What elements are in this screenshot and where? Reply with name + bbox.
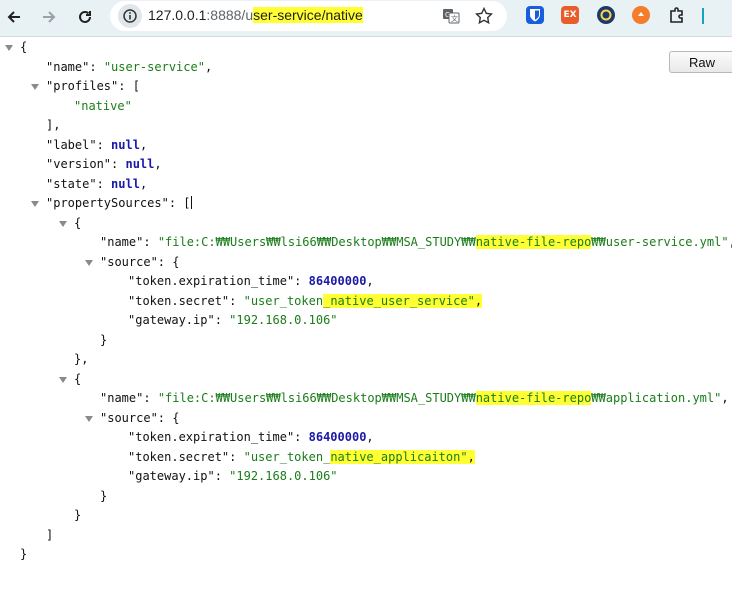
json-line: "native" [0,97,732,117]
json-string: "native" [74,98,132,113]
url-text[interactable]: 127.0.0.1:8888/user-service/native [148,6,363,24]
json-string: "file:C:₩₩Users₩₩lsi66₩₩Desktop₩₩MSA_STU… [157,391,476,405]
json-line: "token.expiration_time": 86400000, [128,430,374,444]
json-line: } [74,508,82,522]
url-path-start: u [245,7,254,23]
bitwarden-icon[interactable] [526,6,544,24]
json-line: } [20,547,28,561]
json-line: "name": "file:C:₩₩Users₩₩lsi66₩₩Desktop₩… [100,391,729,405]
back-arrow-icon [7,11,20,23]
svg-text:文: 文 [451,14,458,23]
json-line: "source": { [0,253,732,273]
json-key: "token.expiration_time" [128,430,295,444]
url-path-highlighted: ser-service/native [253,7,363,23]
json-string: "file:C:₩₩Users₩₩lsi66₩₩Desktop₩₩MSA_STU… [157,235,476,249]
collapse-toggle-icon[interactable] [84,414,94,424]
json-string-highlighted: native-file-repo [475,235,592,249]
json-line: "state": null, [46,176,148,191]
json-line: "propertySources": [ [0,194,732,214]
json-line: } [100,488,108,503]
json-number: 86400000 [308,430,367,444]
json-string: "user_token_ [243,449,331,464]
json-key: "propertySources" [46,196,169,210]
json-string: "user-service" [103,59,205,74]
info-icon [123,9,137,23]
json-line: "token.secret": "user_token_native_appli… [128,449,475,464]
json-line: "name": "file:C:₩₩Users₩₩lsi66₩₩Desktop₩… [100,235,732,249]
text-cursor [190,196,192,209]
reload-button[interactable] [72,4,98,30]
forward-arrow-icon [43,11,56,23]
json-null: null [111,137,140,152]
forward-button[interactable] [36,4,62,30]
translate-icon[interactable]: G文 [441,6,461,26]
json-string-highlighted: _native_user_service" [323,293,475,308]
site-info-button[interactable] [118,4,142,28]
json-string: "192.168.0.106" [229,469,338,483]
url-port: :8888/ [206,7,246,23]
address-bar[interactable]: 127.0.0.1:8888/user-service/native G文 [110,1,507,31]
json-line: "name": "user-service", [46,59,213,74]
json-line: } [100,332,108,347]
json-key: "gateway.ip" [128,469,215,483]
json-string: ₩₩application.yml" [591,391,722,405]
ex-icon[interactable]: EX [561,6,579,24]
json-key: "source" [100,254,158,269]
collapse-toggle-icon[interactable] [58,375,68,385]
json-key: "version" [46,157,112,171]
json-line: ] [46,527,54,542]
json-key: "name" [100,235,144,249]
json-line: }, [74,352,89,366]
collapse-toggle-icon[interactable] [30,199,40,209]
orange-ext-icon[interactable] [632,6,650,24]
json-key: "profiles" [46,79,119,93]
json-null: null [125,157,155,171]
json-key: "gateway.ip" [128,313,215,327]
json-line: "source": { [0,409,732,429]
bookmark-star-icon[interactable] [474,6,494,26]
json-key: "label" [46,137,97,152]
back-button[interactable] [1,4,27,30]
json-string-highlighted: native_applicaiton" [330,449,468,464]
json-key: "token.secret" [128,449,230,464]
profile-divider [702,8,704,24]
json-key: "state" [46,176,97,191]
json-line: "profiles": [ [0,77,732,97]
json-key: "name" [100,391,144,405]
collapse-toggle-icon[interactable] [4,43,14,53]
json-key: "token.expiration_time" [128,274,295,288]
json-string: "192.168.0.106" [229,313,338,327]
json-line: "version": null, [46,157,162,171]
json-string: ₩₩user-service.yml" [591,235,729,249]
url-host: 127.0.0.1 [148,7,207,23]
json-line: "token.expiration_time": 86400000, [128,274,374,288]
json-null: null [111,176,140,191]
json-string-highlighted: native-file-repo [475,391,592,405]
json-key: "name" [46,59,90,74]
json-line: "gateway.ip": "192.168.0.106" [128,469,338,483]
json-line: { [0,38,732,58]
json-line: { [0,214,732,234]
round-ext-icon[interactable] [597,6,615,24]
collapse-toggle-icon[interactable] [84,258,94,268]
json-viewer: { "name": "user-service", "profiles": [ … [0,38,732,565]
json-line: ], [46,118,61,132]
collapse-toggle-icon[interactable] [30,82,40,92]
puzzle-icon[interactable] [668,6,686,24]
browser-toolbar: 127.0.0.1:8888/user-service/native G文 EX [0,0,732,37]
json-line: { [0,370,732,390]
json-line: "label": null, [46,137,148,152]
json-line: "token.secret": "user_token_native_user_… [128,293,483,308]
json-line: "gateway.ip": "192.168.0.106" [128,313,338,327]
json-key: "source" [100,410,158,425]
json-key: "token.secret" [128,293,230,308]
json-number: 86400000 [308,274,367,288]
json-string: "user_token [243,293,324,308]
collapse-toggle-icon[interactable] [58,219,68,229]
reload-icon [79,10,91,23]
